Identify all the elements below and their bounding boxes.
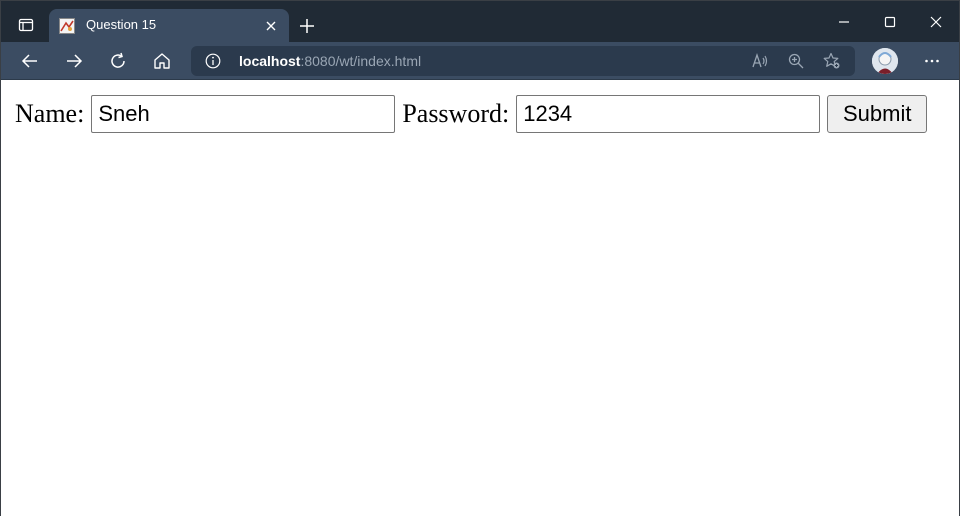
tab-close-button[interactable] (263, 18, 279, 34)
forward-button[interactable] (59, 46, 89, 76)
browser-window: Question 15 localhost:8080/wt/index.html… (0, 0, 960, 516)
tab-strip: Question 15 (1, 1, 959, 43)
name-label: Name: (15, 99, 85, 128)
favorites-icon (823, 52, 840, 69)
password-label: Password: (402, 99, 510, 128)
page-content: Name: Password: Submit (1, 81, 959, 516)
url-path: :8080/wt/index.html (300, 53, 422, 69)
close-icon (266, 21, 276, 31)
more-menu-button[interactable] (917, 46, 947, 76)
password-input[interactable] (516, 95, 821, 133)
back-icon (21, 54, 37, 68)
read-aloud-icon (752, 52, 768, 68)
url-host: localhost (239, 53, 301, 69)
profile-avatar[interactable] (872, 48, 898, 74)
minimize-icon (839, 20, 849, 23)
home-button[interactable] (147, 46, 177, 76)
login-form: Name: Password: Submit (15, 95, 928, 133)
address-bar[interactable]: localhost:8080/wt/index.html (191, 46, 855, 76)
maximize-button[interactable] (867, 1, 913, 42)
tab-actions-button[interactable] (9, 9, 43, 41)
name-input[interactable] (91, 95, 396, 133)
tab-title: Question 15 (86, 17, 157, 32)
tab-active[interactable]: Question 15 (49, 9, 289, 43)
more-icon (925, 59, 939, 63)
maximize-icon (884, 16, 896, 27)
new-tab-button[interactable] (294, 13, 320, 39)
browser-toolbar: localhost:8080/wt/index.html (1, 42, 959, 80)
forward-icon (67, 54, 83, 68)
zoom-icon (788, 53, 804, 69)
back-button[interactable] (15, 46, 45, 76)
submit-button[interactable]: Submit (827, 95, 928, 133)
plus-icon (300, 19, 314, 33)
home-icon (154, 53, 170, 69)
address-url[interactable]: localhost:8080/wt/index.html (239, 53, 421, 69)
window-controls (821, 1, 959, 42)
zoom-button[interactable] (787, 52, 805, 70)
window-close-icon (930, 16, 942, 27)
window-close-button[interactable] (913, 1, 959, 42)
refresh-icon (111, 52, 125, 68)
tab-actions-icon (18, 18, 34, 32)
favicon-icon (59, 18, 75, 34)
read-aloud-button[interactable] (751, 52, 769, 70)
avatar-icon (872, 48, 898, 74)
info-icon[interactable] (205, 53, 221, 69)
favorites-button[interactable] (823, 52, 841, 70)
refresh-button[interactable] (103, 46, 133, 76)
minimize-button[interactable] (821, 1, 867, 42)
